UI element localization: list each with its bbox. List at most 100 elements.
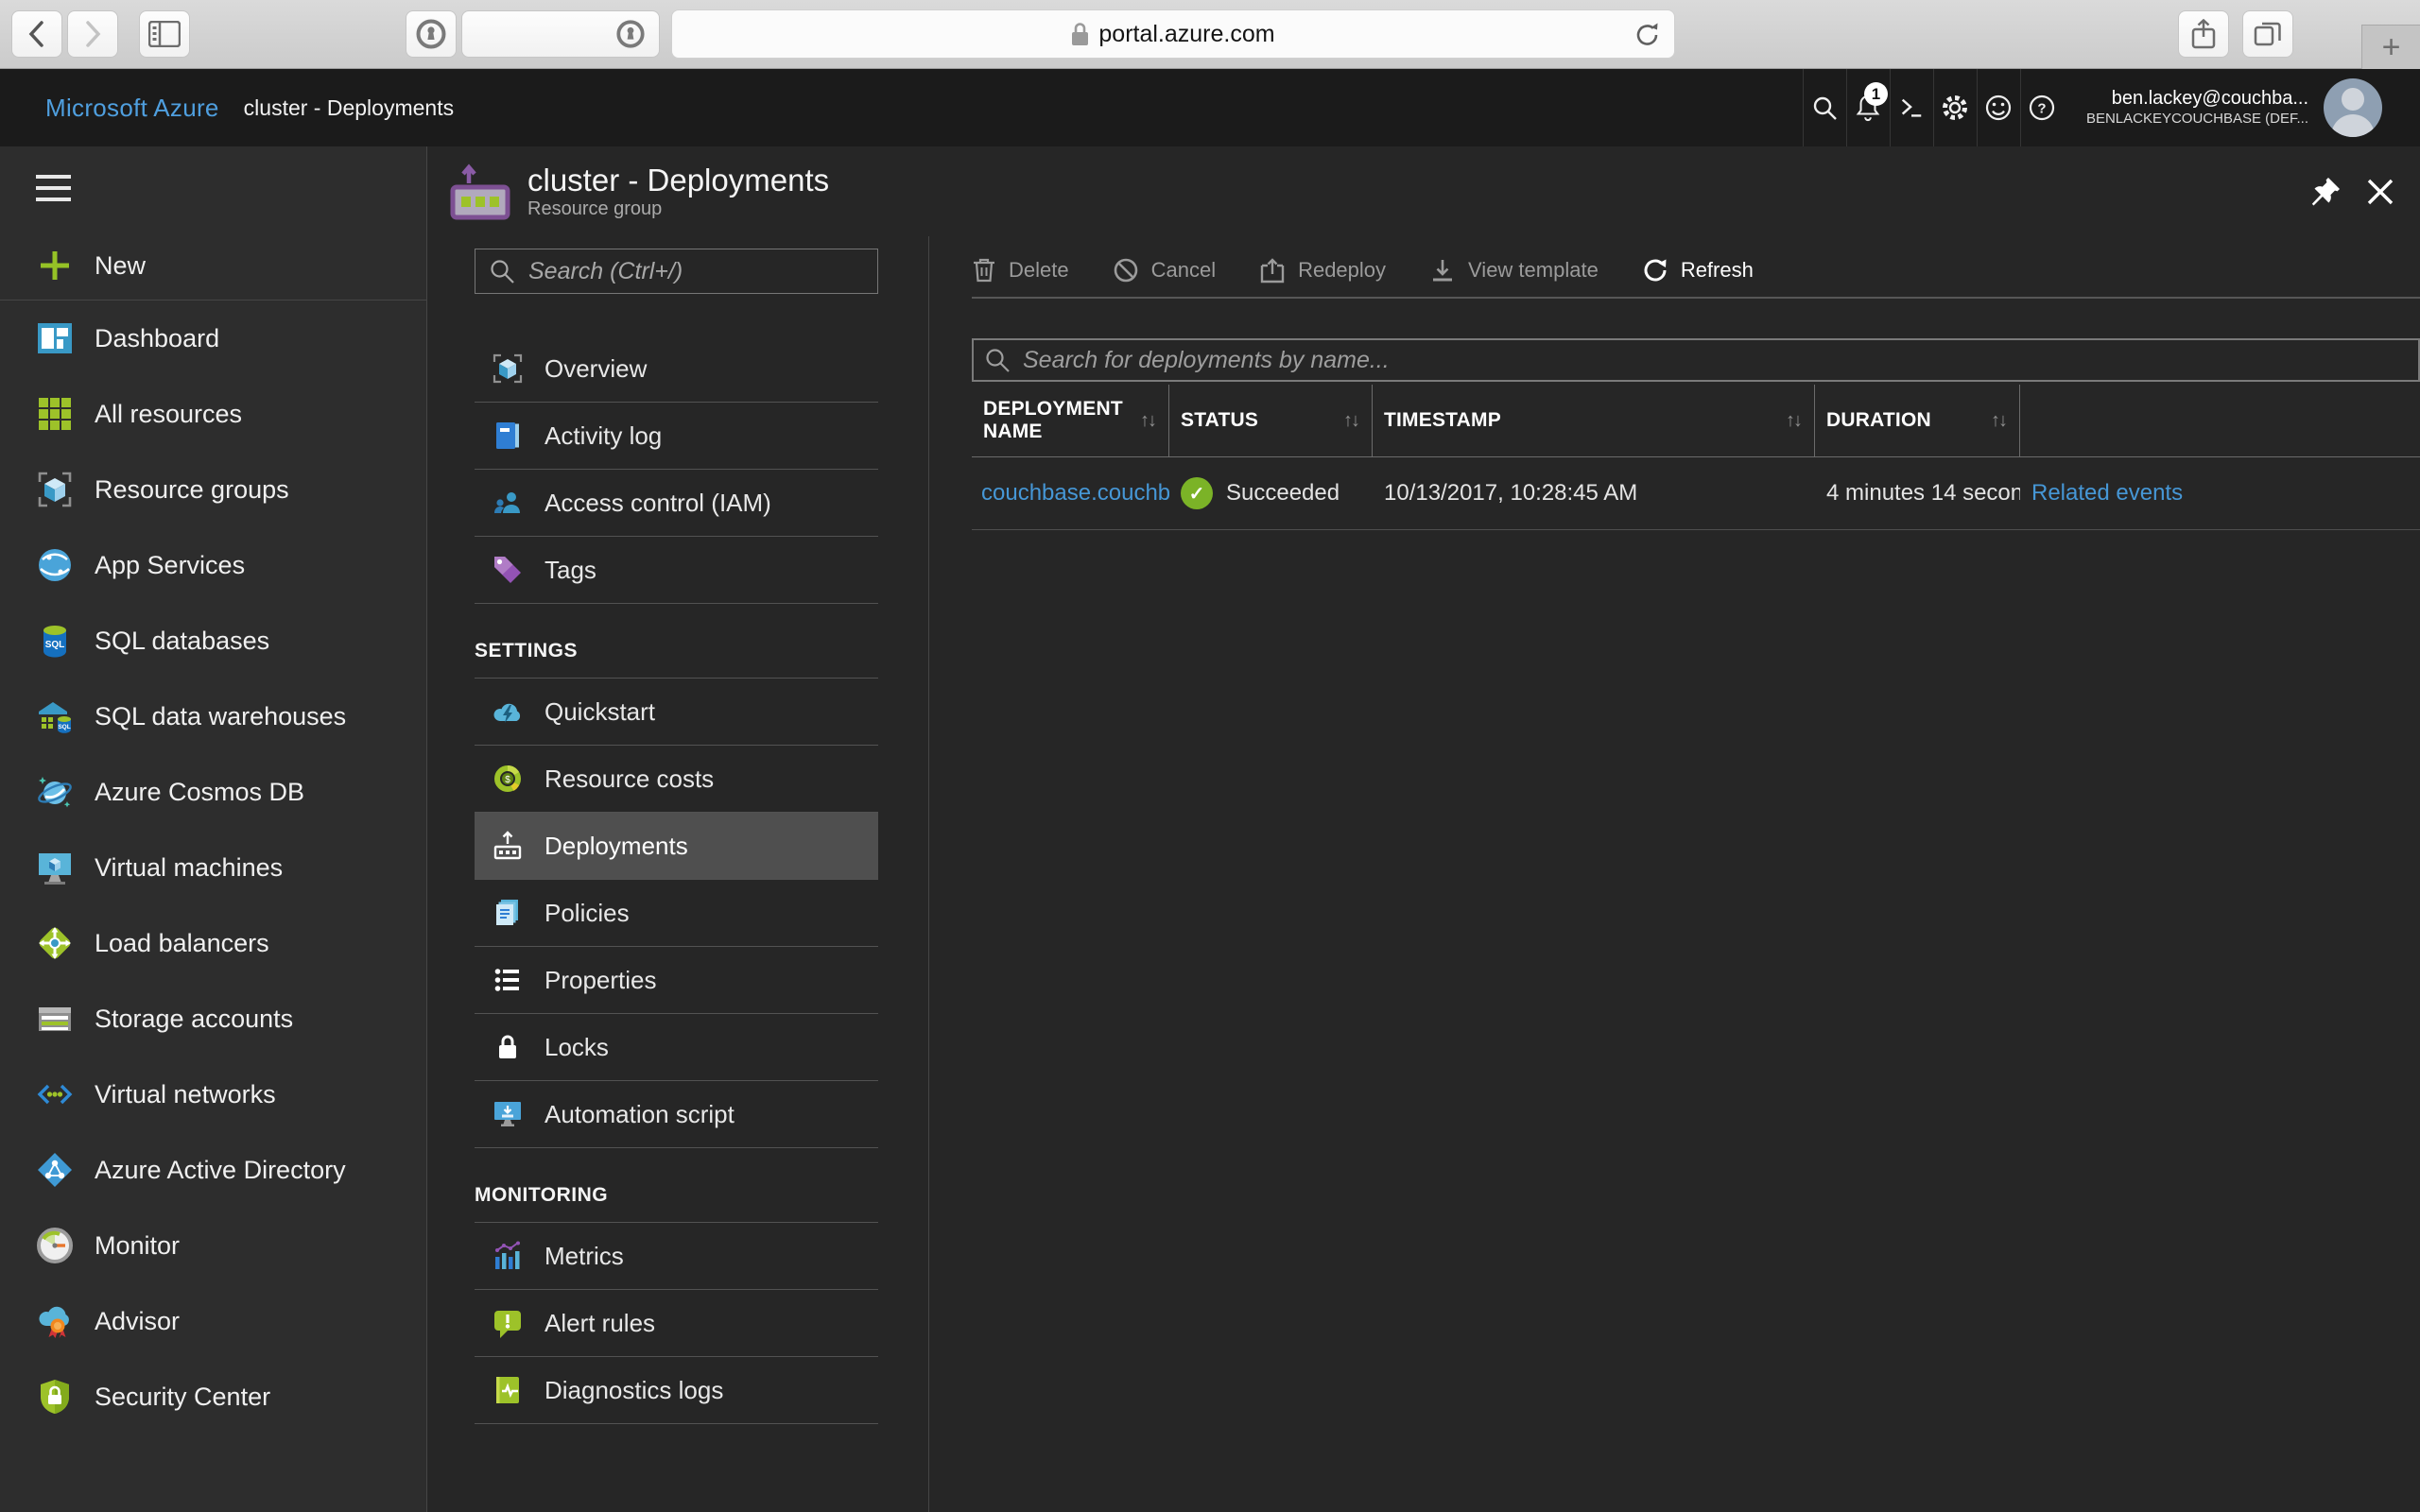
address-bar[interactable]: portal.azure.com xyxy=(671,9,1675,59)
related-events-link[interactable]: Related events xyxy=(2020,480,2420,507)
sidebar-item-load-balancers[interactable]: Load balancers xyxy=(0,905,426,981)
azure-logo[interactable]: Microsoft Azure xyxy=(0,94,219,123)
refresh-icon xyxy=(1642,257,1668,284)
keyhole-icon xyxy=(615,19,646,49)
sidebar-item-app-services[interactable]: App Services xyxy=(0,527,426,603)
deployment-search-box[interactable] xyxy=(972,338,2420,382)
sidebar-item-new[interactable]: New xyxy=(0,232,426,300)
duration-cell: 4 minutes 14 seconds xyxy=(1815,480,2020,507)
browser-extension-button[interactable] xyxy=(406,10,457,58)
blade-titles: cluster - Deployments Resource group xyxy=(527,163,829,220)
trash-icon xyxy=(972,257,996,284)
active-directory-icon xyxy=(36,1151,74,1189)
browser-share-button[interactable] xyxy=(2178,10,2229,58)
settings-button[interactable] xyxy=(1933,69,1977,146)
sidebar-item-monitor[interactable]: Monitor xyxy=(0,1208,426,1283)
sidebar-item-azure-active-directory[interactable]: Azure Active Directory xyxy=(0,1132,426,1208)
sidebar-item-dashboard[interactable]: Dashboard xyxy=(0,301,426,376)
svg-text:$: $ xyxy=(505,775,510,785)
new-tab-button[interactable]: + xyxy=(2361,25,2420,69)
browser-back-button[interactable] xyxy=(11,10,62,58)
menu-item-deployments[interactable]: Deployments xyxy=(475,813,878,880)
prohibit-icon xyxy=(1113,257,1139,284)
sidebar-item-virtual-machines[interactable]: Virtual machines xyxy=(0,830,426,905)
sidebar-item-all-resources[interactable]: All resources xyxy=(0,376,426,452)
table-row[interactable]: couchbase.couchbase-ent... ✓ Succeeded 1… xyxy=(972,457,2420,530)
menu-item-access-control[interactable]: Access control (IAM) xyxy=(475,470,878,537)
shield-icon xyxy=(36,1378,74,1416)
pin-icon xyxy=(2308,175,2342,209)
deployment-name-link[interactable]: couchbase.couchbase-ent... xyxy=(972,480,1169,507)
cancel-button[interactable]: Cancel xyxy=(1113,257,1216,284)
sidebar-item-sql-databases[interactable]: SQL SQL databases xyxy=(0,603,426,679)
menu-item-metrics[interactable]: Metrics xyxy=(475,1223,878,1290)
sidebar-nav: New Dashboard All resources xyxy=(0,232,426,1512)
menu-item-diagnostics-logs[interactable]: Diagnostics logs xyxy=(475,1357,878,1424)
menu-item-policies[interactable]: Policies xyxy=(475,880,878,947)
sort-icon[interactable]: ↑↓ xyxy=(1343,410,1358,432)
account-menu[interactable]: ben.lackey@couchba... BENLACKEYCOUCHBASE… xyxy=(2086,87,2308,129)
menu-item-tags[interactable]: Tags xyxy=(475,537,878,604)
sidebar-item-sql-data-warehouses[interactable]: SQL SQL data warehouses xyxy=(0,679,426,754)
pin-blade-button[interactable] xyxy=(2305,171,2346,213)
activity-log-icon xyxy=(492,420,524,452)
sort-icon[interactable]: ↑↓ xyxy=(1140,410,1155,432)
blade-search-box[interactable] xyxy=(475,249,878,294)
browser-tabs-button[interactable] xyxy=(2242,10,2293,58)
column-header-timestamp[interactable]: TIMESTAMP ↑↓ xyxy=(1373,385,1815,456)
deployment-search-input[interactable] xyxy=(1023,347,2418,374)
avatar[interactable] xyxy=(2324,78,2382,137)
close-blade-button[interactable] xyxy=(2360,171,2401,213)
automation-script-icon xyxy=(492,1098,524,1130)
hamburger-icon xyxy=(36,175,71,179)
menu-item-automation-script[interactable]: Automation script xyxy=(475,1081,878,1148)
cloud-shell-button[interactable] xyxy=(1890,69,1933,146)
search-icon xyxy=(489,258,515,284)
notifications-button[interactable]: 1 xyxy=(1846,69,1890,146)
cosmos-db-icon xyxy=(36,773,74,811)
browser-sidebar-toggle[interactable] xyxy=(139,10,190,58)
feedback-button[interactable] xyxy=(1977,69,2020,146)
redeploy-button[interactable]: Redeploy xyxy=(1259,257,1386,284)
sort-icon[interactable]: ↑↓ xyxy=(1786,410,1801,432)
menu-item-locks[interactable]: Locks xyxy=(475,1014,878,1081)
menu-item-properties[interactable]: Properties xyxy=(475,947,878,1014)
hamburger-menu-button[interactable] xyxy=(0,146,426,203)
column-header-deployment-name[interactable]: DEPLOYMENT NAME ↑↓ xyxy=(972,385,1169,456)
menu-item-activity-log[interactable]: Activity log xyxy=(475,403,878,470)
status-text: Succeeded xyxy=(1226,480,1340,507)
topbar-page-title: cluster - Deployments xyxy=(244,95,454,121)
menu-item-alert-rules[interactable]: Alert rules xyxy=(475,1290,878,1357)
refresh-button[interactable]: Refresh xyxy=(1642,257,1754,284)
load-balancer-icon xyxy=(36,924,74,962)
sidebar-item-resource-groups[interactable]: Resource groups xyxy=(0,452,426,527)
sidebar-item-virtual-networks[interactable]: Virtual networks xyxy=(0,1057,426,1132)
sidebar-item-advisor[interactable]: Advisor xyxy=(0,1283,426,1359)
reload-icon[interactable] xyxy=(1634,21,1661,49)
sidebar-item-security-center[interactable]: Security Center xyxy=(0,1359,426,1435)
sort-icon[interactable]: ↑↓ xyxy=(1991,410,2006,432)
column-header-duration[interactable]: DURATION ↑↓ xyxy=(1815,385,2020,456)
blade-search-input[interactable] xyxy=(528,258,868,285)
status-cell: ✓ Succeeded xyxy=(1169,477,1373,509)
sidebar-item-azure-cosmos-db[interactable]: Azure Cosmos DB xyxy=(0,754,426,830)
plus-icon: + xyxy=(2382,29,2401,66)
view-template-button[interactable]: View template xyxy=(1429,257,1599,284)
menu-item-quickstart[interactable]: Quickstart xyxy=(475,679,878,746)
delete-button[interactable]: Delete xyxy=(972,257,1069,284)
deployments-content: Delete Cancel Redeploy xyxy=(929,236,2420,1512)
tabs-icon xyxy=(2254,20,2282,48)
timestamp-cell: 10/13/2017, 10:28:45 AM xyxy=(1373,480,1815,507)
global-search-button[interactable] xyxy=(1803,69,1846,146)
account-directory: BENLACKEYCOUCHBASE (DEF... xyxy=(2086,111,2308,129)
sidebar-item-storage-accounts[interactable]: Storage accounts xyxy=(0,981,426,1057)
sidebar-icon xyxy=(148,21,181,47)
menu-item-overview[interactable]: Overview xyxy=(475,335,878,403)
menu-item-resource-costs[interactable]: $ Resource costs xyxy=(475,746,878,813)
list-icon xyxy=(492,964,524,996)
blade-header: cluster - Deployments Resource group xyxy=(427,146,2420,236)
browser-extension-button-2[interactable] xyxy=(461,10,660,58)
help-button[interactable]: ? xyxy=(2020,69,2064,146)
browser-forward-button[interactable] xyxy=(67,10,118,58)
column-header-status[interactable]: STATUS ↑↓ xyxy=(1169,385,1373,456)
